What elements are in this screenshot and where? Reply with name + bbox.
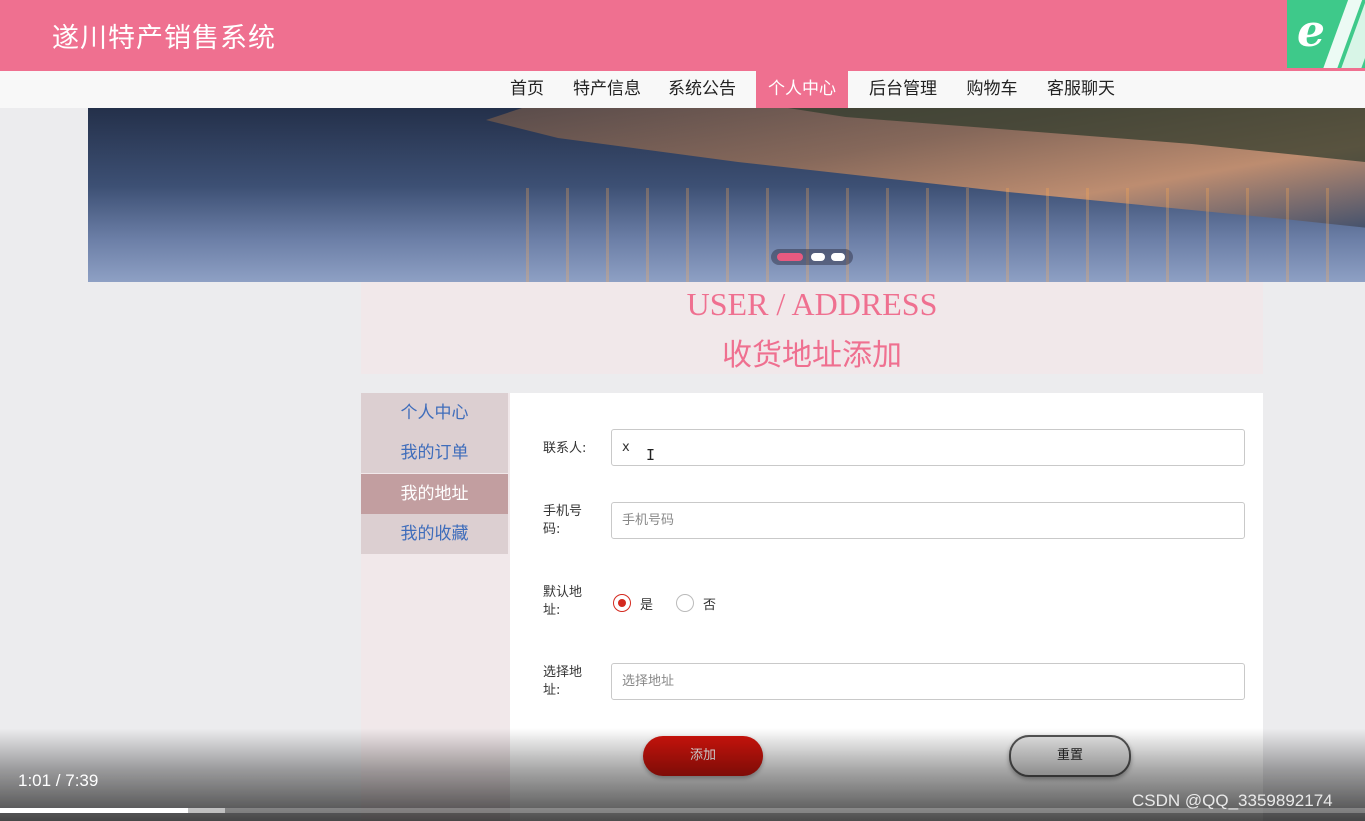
carousel-dot-1[interactable] bbox=[777, 253, 803, 261]
video-progress-fill bbox=[0, 808, 189, 813]
site-title[interactable]: 遂川特产销售系统 bbox=[52, 16, 276, 55]
phone-label: 手机号码: bbox=[543, 504, 583, 537]
default-yes-radio[interactable] bbox=[613, 594, 631, 612]
contact-label: 联系人: bbox=[543, 441, 587, 456]
carousel-indicators bbox=[771, 249, 853, 265]
default-address-label: 默认地址: bbox=[543, 585, 583, 618]
default-yes-label: 是 bbox=[640, 598, 654, 613]
nav-item-announcements[interactable]: 系统公告 bbox=[661, 71, 743, 108]
nav-item-cart[interactable]: 购物车 bbox=[959, 71, 1025, 108]
contact-input[interactable] bbox=[611, 429, 1245, 466]
nav-item-specialty-info[interactable]: 特产信息 bbox=[566, 71, 648, 108]
section-title-en: USER / ADDRESS bbox=[686, 286, 938, 322]
text-cursor-icon: I bbox=[646, 446, 656, 464]
phone-input[interactable] bbox=[611, 502, 1245, 539]
sidebar-item-my-address[interactable]: 我的地址 bbox=[361, 474, 508, 514]
sidebar-item-my-orders[interactable]: 我的订单 bbox=[361, 433, 508, 473]
nav-item-personal-center[interactable]: 个人中心 bbox=[756, 71, 848, 108]
main-nav: 首页 特产信息 系统公告 个人中心 后台管理 购物车 客服聊天 bbox=[0, 71, 1365, 108]
nav-item-admin[interactable]: 后台管理 bbox=[862, 71, 944, 108]
add-button[interactable]: 添加 bbox=[643, 736, 763, 776]
banner-carousel bbox=[88, 108, 1365, 282]
reset-button[interactable]: 重置 bbox=[1009, 735, 1131, 777]
video-timestamp: 1:01 / 7:39 bbox=[18, 771, 99, 790]
sidebar-item-personal-center[interactable]: 个人中心 bbox=[361, 393, 508, 433]
section-heading: USER / ADDRESS 收货地址添加 bbox=[361, 282, 1263, 374]
user-sidebar: 个人中心 我的订单 我的地址 我的收藏 bbox=[361, 393, 510, 821]
section-title-zh: 收货地址添加 bbox=[722, 338, 902, 373]
site-header: 遂川特产销售系统 e bbox=[0, 0, 1365, 71]
ie-logo-icon: e bbox=[1287, 0, 1365, 68]
address-label: 选择地址: bbox=[543, 665, 583, 698]
nav-item-customer-chat[interactable]: 客服聊天 bbox=[1040, 71, 1122, 108]
default-no-radio[interactable] bbox=[676, 594, 694, 612]
carousel-dot-2[interactable] bbox=[811, 253, 825, 261]
nav-item-home[interactable]: 首页 bbox=[503, 71, 551, 108]
sidebar-item-my-favorites[interactable]: 我的收藏 bbox=[361, 514, 508, 554]
carousel-dot-3[interactable] bbox=[831, 253, 845, 261]
address-select-input[interactable] bbox=[611, 663, 1245, 700]
default-no-label: 否 bbox=[703, 598, 717, 613]
csdn-watermark: CSDN @QQ_3359892174 bbox=[1132, 791, 1333, 810]
